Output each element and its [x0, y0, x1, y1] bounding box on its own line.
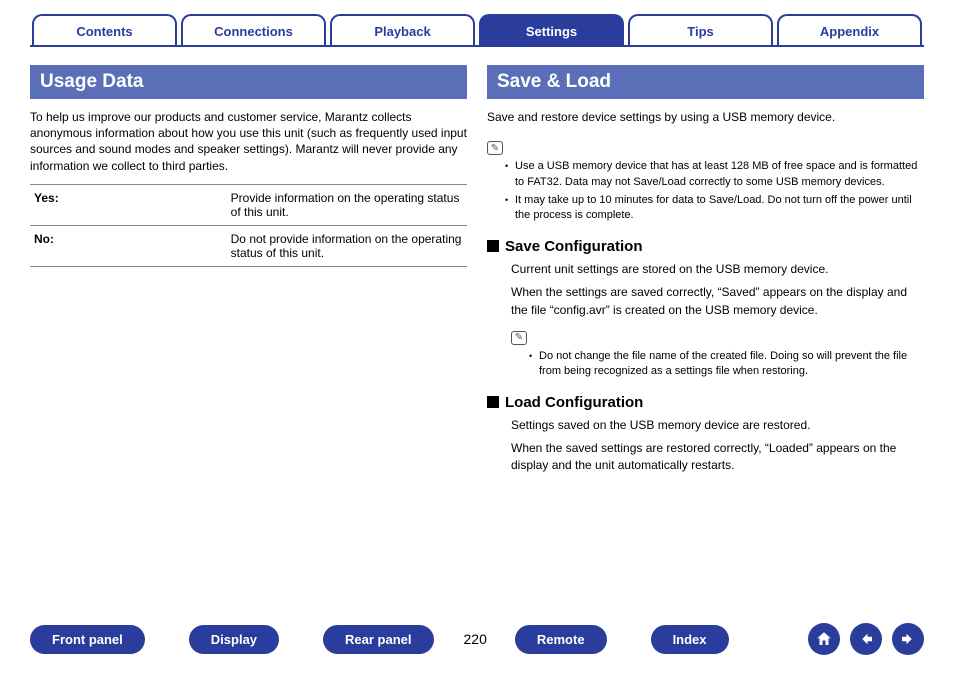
load-config-p1: Settings saved on the USB memory device … — [511, 417, 924, 434]
page: Contents Connections Playback Settings T… — [0, 0, 954, 673]
home-icon — [815, 630, 833, 648]
tab-appendix[interactable]: Appendix — [777, 14, 922, 45]
usage-data-table: Yes: Provide information on the operatin… — [30, 184, 467, 267]
content: Usage Data To help us improve our produc… — [30, 47, 924, 481]
list-item: Use a USB memory device that has at leas… — [505, 159, 924, 190]
save-config-p1: Current unit settings are stored on the … — [511, 261, 924, 278]
footer: Front panel Display Rear panel 220 Remot… — [30, 623, 924, 655]
usage-data-title: Usage Data — [30, 65, 467, 99]
save-config-body: Current unit settings are stored on the … — [487, 261, 924, 380]
tab-playback[interactable]: Playback — [330, 14, 475, 45]
table-row: Yes: Provide information on the operatin… — [30, 184, 467, 225]
row-value: Do not provide information on the operat… — [227, 225, 467, 266]
save-config-heading-text: Save Configuration — [505, 238, 643, 255]
list-item: It may take up to 10 minutes for data to… — [505, 193, 924, 224]
prev-button[interactable] — [850, 623, 882, 655]
load-config-heading-text: Load Configuration — [505, 394, 643, 411]
display-button[interactable]: Display — [189, 625, 279, 654]
footer-right — [808, 623, 924, 655]
row-key: No: — [30, 225, 227, 266]
rear-panel-button[interactable]: Rear panel — [323, 625, 433, 654]
row-key: Yes: — [30, 184, 227, 225]
page-number: 220 — [464, 631, 487, 647]
row-value: Provide information on the operating sta… — [227, 184, 467, 225]
square-icon — [487, 240, 499, 252]
next-button[interactable] — [892, 623, 924, 655]
save-config-heading: Save Configuration — [487, 238, 924, 255]
list-item: Do not change the file name of the creat… — [529, 349, 924, 380]
left-column: Usage Data To help us improve our produc… — [30, 65, 467, 481]
tab-contents[interactable]: Contents — [32, 14, 177, 45]
tab-connections[interactable]: Connections — [181, 14, 326, 45]
home-button[interactable] — [808, 623, 840, 655]
usage-data-intro: To help us improve our products and cust… — [30, 109, 467, 174]
pencil-icon: ✎ — [511, 331, 527, 345]
load-config-p2: When the saved settings are restored cor… — [511, 440, 924, 475]
tab-tips[interactable]: Tips — [628, 14, 773, 45]
index-button[interactable]: Index — [651, 625, 729, 654]
save-config-note: Do not change the file name of the creat… — [511, 349, 924, 380]
save-load-title: Save & Load — [487, 65, 924, 99]
remote-button[interactable]: Remote — [515, 625, 607, 654]
right-column: Save & Load Save and restore device sett… — [487, 65, 924, 481]
load-config-heading: Load Configuration — [487, 394, 924, 411]
square-icon — [487, 396, 499, 408]
load-config-body: Settings saved on the USB memory device … — [487, 417, 924, 475]
save-load-intro: Save and restore device settings by usin… — [487, 109, 924, 125]
save-load-notes: Use a USB memory device that has at leas… — [487, 159, 924, 224]
save-config-p2: When the settings are saved correctly, “… — [511, 284, 924, 319]
arrow-left-icon — [857, 630, 875, 648]
table-row: No: Do not provide information on the op… — [30, 225, 467, 266]
front-panel-button[interactable]: Front panel — [30, 625, 145, 654]
tab-settings[interactable]: Settings — [479, 14, 624, 45]
pencil-icon: ✎ — [487, 141, 503, 155]
footer-left: Front panel Display Rear panel 220 Remot… — [30, 625, 808, 654]
arrow-right-icon — [899, 630, 917, 648]
top-tabs: Contents Connections Playback Settings T… — [30, 0, 924, 47]
